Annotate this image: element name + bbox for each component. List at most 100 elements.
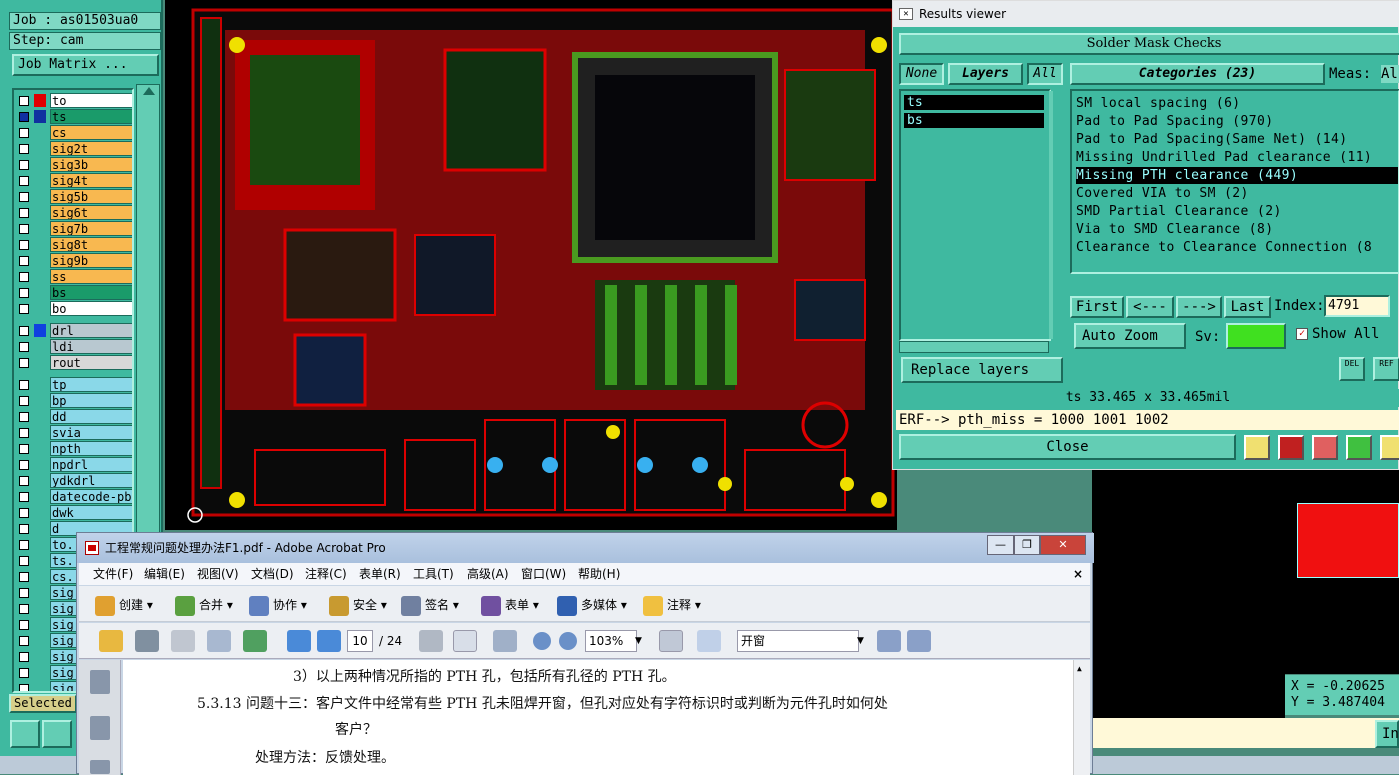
layer-checkbox[interactable] [19, 256, 29, 266]
layer-name[interactable]: npdrl [50, 457, 132, 472]
fit-page-icon[interactable] [659, 630, 683, 652]
layer-color-swatch[interactable] [34, 324, 46, 337]
layer-color-swatch[interactable] [34, 570, 46, 583]
layer-row[interactable]: bs [14, 285, 132, 300]
layer-color-swatch[interactable] [34, 222, 46, 235]
layer-color-swatch[interactable] [34, 458, 46, 471]
layer-color-swatch[interactable] [34, 158, 46, 171]
layer-checkbox[interactable] [19, 540, 29, 550]
signatures-panel-icon[interactable] [90, 760, 110, 774]
security-button[interactable]: 安全 ▾ [329, 595, 387, 616]
layers-scrollbar[interactable] [1049, 91, 1053, 339]
index-input[interactable]: 4791 [1324, 295, 1390, 317]
layer-color-swatch[interactable] [34, 174, 46, 187]
menu-file[interactable]: 文件(F) [89, 563, 137, 585]
layer-name[interactable]: ss [50, 269, 132, 284]
layer-color-swatch[interactable] [34, 634, 46, 647]
menu-help[interactable]: 帮助(H) [574, 563, 624, 585]
layer-name[interactable]: sig6t [50, 205, 132, 220]
select-tool-icon[interactable] [419, 630, 443, 652]
layer-color-swatch[interactable] [34, 110, 46, 123]
email-icon[interactable] [207, 630, 231, 652]
category-item[interactable]: Pad to Pad Spacing (970) [1076, 113, 1398, 130]
scroll-up-arrow-icon[interactable]: ▲ [1077, 664, 1082, 673]
layer-color-swatch[interactable] [34, 650, 46, 663]
layer-checkbox[interactable] [19, 342, 29, 352]
menu-advanced[interactable]: 高级(A) [463, 563, 513, 585]
layer-row[interactable]: dd [14, 409, 132, 424]
layer-color-swatch[interactable] [34, 394, 46, 407]
measure-tool-icon[interactable] [42, 720, 72, 748]
layer-row[interactable]: drl [14, 323, 132, 338]
layer-color-swatch[interactable] [34, 142, 46, 155]
menu-edit[interactable]: 编辑(E) [140, 563, 189, 585]
category-item[interactable]: Via to SMD Clearance (8) [1076, 221, 1398, 238]
layer-color-swatch[interactable] [34, 506, 46, 519]
layer-checkbox[interactable] [19, 444, 29, 454]
layer-row[interactable]: svia [14, 425, 132, 440]
layer-color-swatch[interactable] [34, 190, 46, 203]
prev-page-icon[interactable] [287, 630, 311, 652]
zoom-dropdown-icon[interactable]: ▼ [635, 636, 642, 646]
delete-tool-icon[interactable] [1312, 435, 1338, 460]
layer-name[interactable]: ldi [50, 339, 132, 354]
menu-document[interactable]: 文档(D) [247, 563, 298, 585]
layer-checkbox[interactable] [19, 304, 29, 314]
layer-row[interactable]: rout [14, 355, 132, 370]
layer-color-swatch[interactable] [34, 538, 46, 551]
layer-checkbox[interactable] [19, 460, 29, 470]
layer-checkbox[interactable] [19, 492, 29, 502]
layer-checkbox[interactable] [19, 620, 29, 630]
layer-row[interactable]: bp [14, 393, 132, 408]
category-item[interactable]: Covered VIA to SM (2) [1076, 185, 1398, 202]
attachments-panel-icon[interactable] [90, 716, 110, 740]
last-button[interactable]: Last [1224, 296, 1271, 318]
layer-name[interactable]: tp [50, 377, 132, 392]
upload-icon[interactable] [243, 630, 267, 652]
layer-name[interactable]: datecode-pbe [50, 489, 132, 504]
create-button[interactable]: 创建 ▾ [95, 595, 153, 616]
ref-button[interactable]: REF [1373, 357, 1399, 381]
layer-color-swatch[interactable] [34, 618, 46, 631]
layer-color-swatch[interactable] [34, 254, 46, 267]
job-matrix-button[interactable]: Job Matrix ... [12, 54, 159, 76]
all-button[interactable]: All [1027, 63, 1063, 85]
document-scrollbar[interactable]: ▲ [1073, 660, 1090, 775]
layer-name[interactable]: sig8t [50, 237, 132, 252]
layer-checkbox[interactable] [19, 96, 29, 106]
layer-checkbox[interactable] [19, 380, 29, 390]
flag-tool-icon[interactable] [1278, 435, 1304, 460]
layer-row[interactable]: bo [14, 301, 132, 316]
menu-forms[interactable]: 表单(R) [355, 563, 405, 585]
highlight-tool-icon[interactable] [1244, 435, 1270, 460]
print-icon[interactable] [135, 630, 159, 652]
scroll-up-icon[interactable] [143, 87, 155, 95]
layer-row[interactable]: dwk [14, 505, 132, 520]
layer-checkbox[interactable] [19, 288, 29, 298]
layer-checkbox[interactable] [19, 668, 29, 678]
layer-color-swatch[interactable] [34, 356, 46, 369]
category-item[interactable]: Clearance to Clearance Connection (8 [1076, 239, 1398, 256]
next-page-icon[interactable] [317, 630, 341, 652]
close-button[interactable]: Close [899, 434, 1236, 460]
first-button[interactable]: First [1070, 296, 1124, 318]
maximize-icon[interactable]: ❐ [1014, 535, 1040, 555]
category-item[interactable]: Missing Undrilled Pad clearance (11) [1076, 149, 1398, 166]
layer-row[interactable]: datecode-pbe [14, 489, 132, 504]
layer-row[interactable]: sig5b [14, 189, 132, 204]
menu-comments[interactable]: 注释(C) [301, 563, 351, 585]
page-number-input[interactable]: 10 [347, 630, 373, 652]
layer-row[interactable]: cs [14, 125, 132, 140]
layer-checkbox[interactable] [19, 144, 29, 154]
collaborate-button[interactable]: 协作 ▾ [249, 595, 307, 616]
graphic-area-right[interactable] [1092, 470, 1285, 718]
prev-button[interactable]: <--- [1126, 296, 1174, 318]
layer-row[interactable]: sig7b [14, 221, 132, 236]
layer-row[interactable]: sig8t [14, 237, 132, 252]
pcb-graphic-view[interactable] [165, 0, 897, 530]
zoom-box-tool-icon[interactable] [10, 720, 40, 748]
layer-row[interactable]: sig9b [14, 253, 132, 268]
categories-button[interactable]: Categories (23) [1070, 63, 1325, 85]
in-button[interactable]: In [1375, 720, 1399, 748]
close-icon[interactable]: ✕ [1040, 535, 1086, 555]
